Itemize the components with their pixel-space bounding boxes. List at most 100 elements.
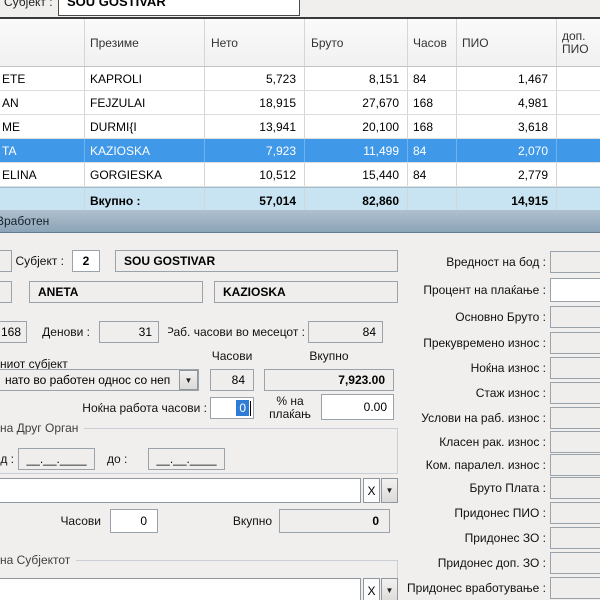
right-field-pridones-zo [550,527,600,549]
table-row[interactable]: ETE KAPROLI 5,723 8,151 84 1,467 [0,67,600,91]
right-label-klasen: Класен рак. износ : [380,431,546,453]
right-field-nokna [550,357,600,379]
right-label-pridones-pio: Придонес ПИО : [380,502,546,524]
right-field-pridones-dop-zo [550,552,600,574]
right-label-osnovno-bruto: Основно Бруто : [380,306,546,328]
work-total-field: 7,923.00 [264,369,394,391]
month-hours-field: 84 [308,321,383,343]
cell-bruto: 20,100 [305,115,408,138]
other-organ-clear-button[interactable]: X [363,478,380,503]
total-column-label: Вкупно [264,345,394,367]
right-field-uslovi [550,407,600,429]
header-dop-pio: доп.ПИО [557,19,600,66]
right-field-procent[interactable] [550,278,600,302]
right-label-uslovi: Услови на раб. износ : [380,407,546,429]
cell-pio: 2,070 [457,139,557,162]
fund-hours-field: 168 [0,321,27,343]
right-label-procent: Процент на плаќање : [380,279,546,301]
employee-table: Презиме Нето Бруто Часов ПИО доп.ПИО ETE… [0,17,600,208]
right-label-pridones-dop-zo: Придонес доп. ЗО : [380,552,546,574]
table-row[interactable]: ELINA GORGIESKA 10,512 15,440 84 2,779 [0,163,600,187]
cell-dop-pio [557,67,600,90]
employee-section-title: Вработен [0,214,49,228]
right-field-pridones-pio [550,502,600,524]
subject-code-field[interactable]: 2 [72,250,100,272]
right-label-bruto-plata: Бруто Плата : [380,477,546,499]
right-label-pridones-zo: Придонес ЗО : [380,527,546,549]
pct-pay-label: % наплаќањ [264,394,316,422]
hours2-label: Часови [50,510,101,532]
night-work-input[interactable]: 0 [210,397,254,419]
right-field-bruto-plata [550,477,600,499]
right-label-pridones-vrabotuvanje: Придонес вработување : [380,577,546,599]
selected-text: 0 [236,400,249,416]
top-subject-label: Субјект : [4,0,53,13]
table-row-selected[interactable]: TA KAZIOSKA 7,923 11,499 84 2,070 [0,139,600,163]
top-subject-value: SOU GOSTIVAR [67,0,166,9]
right-label-nokna: Ноќна износ : [380,357,546,379]
to-date-label: до : [107,448,137,470]
cell-surname: GORGIESKA [85,163,205,186]
clipped-field-left-2 [0,281,12,303]
other-organ-group-label: на Друг Орган [0,421,84,435]
right-field-staz [550,382,600,404]
work-relation-dropdown-button[interactable]: ▼ [179,370,198,390]
days-field: 31 [99,321,159,343]
from-date-label: д : [0,448,14,470]
cell-neto: 13,941 [205,115,305,138]
cell-hours: 168 [408,91,457,114]
cell-dop-pio [557,139,600,162]
right-field-kom-paralel [550,454,600,476]
other-organ-combobox[interactable] [0,478,361,503]
subject-work-clear-button[interactable]: X [363,578,380,600]
hours2-input[interactable]: 0 [110,509,158,533]
right-field-klasen [550,431,600,453]
subject-work-group-label: на Субјектот [0,553,76,567]
cell-pio: 1,467 [457,67,557,90]
cell-hours: 168 [408,115,457,138]
cell-name: AN [0,91,85,114]
right-label-prekuvremeno: Прекувремено износ : [380,332,546,354]
payroll-app-window: Субјект : SOU GOSTIVAR Презиме Нето Брут… [0,0,600,600]
cell-neto: 10,512 [205,163,305,186]
subject-label: Субјект : [0,250,64,272]
cell-surname: KAPROLI [85,67,205,90]
right-label-vrednost: Вредност на бод : [380,251,546,273]
to-date-field[interactable]: __.__.____ [148,448,225,470]
table-row[interactable]: ME DURMI{I 13,941 20,100 168 3,618 [0,115,600,139]
total2-label: Вкупно [220,510,272,532]
cell-dop-pio [557,115,600,138]
header-surname: Презиме [85,19,205,66]
cell-pio: 3,618 [457,115,557,138]
from-date-field[interactable]: __.__.____ [18,448,95,470]
cell-name: ETE [0,67,85,90]
cell-dop-pio [557,91,600,114]
cell-surname: DURMI{I [85,115,205,138]
work-relation-dropdown[interactable]: нато во работен однос со неп [0,369,199,391]
table-row[interactable]: AN FEJZULAI 18,915 27,670 168 4,981 [0,91,600,115]
right-field-vrednost [550,251,600,273]
right-label-kom-paralel: Ком. паралел. износ : [380,454,546,476]
cell-pio: 2,779 [457,163,557,186]
cell-bruto: 8,151 [305,67,408,90]
cell-neto: 5,723 [205,67,305,90]
employee-section-bar: Вработен [0,210,600,233]
subject-work-combobox[interactable] [0,578,361,600]
cell-bruto: 11,499 [305,139,408,162]
cell-neto: 18,915 [205,91,305,114]
work-hours-field: 84 [210,369,254,391]
days-label: Денови : [30,321,90,343]
cell-pio: 4,981 [457,91,557,114]
cell-hours: 84 [408,139,457,162]
header-name [0,19,85,66]
hours-column-label: Часови [206,345,258,367]
cell-hours: 84 [408,67,457,90]
cell-surname: KAZIOSKA [85,139,205,162]
top-subject-field: SOU GOSTIVAR [58,0,300,16]
chevron-down-icon: ▼ [185,376,193,385]
right-field-osnovno-bruto [550,306,600,328]
month-hours-label: Раб. часови во месецот : [168,321,305,343]
cell-name: ELINA [0,163,85,186]
cell-name: TA [0,139,85,162]
text-caret [250,401,251,416]
